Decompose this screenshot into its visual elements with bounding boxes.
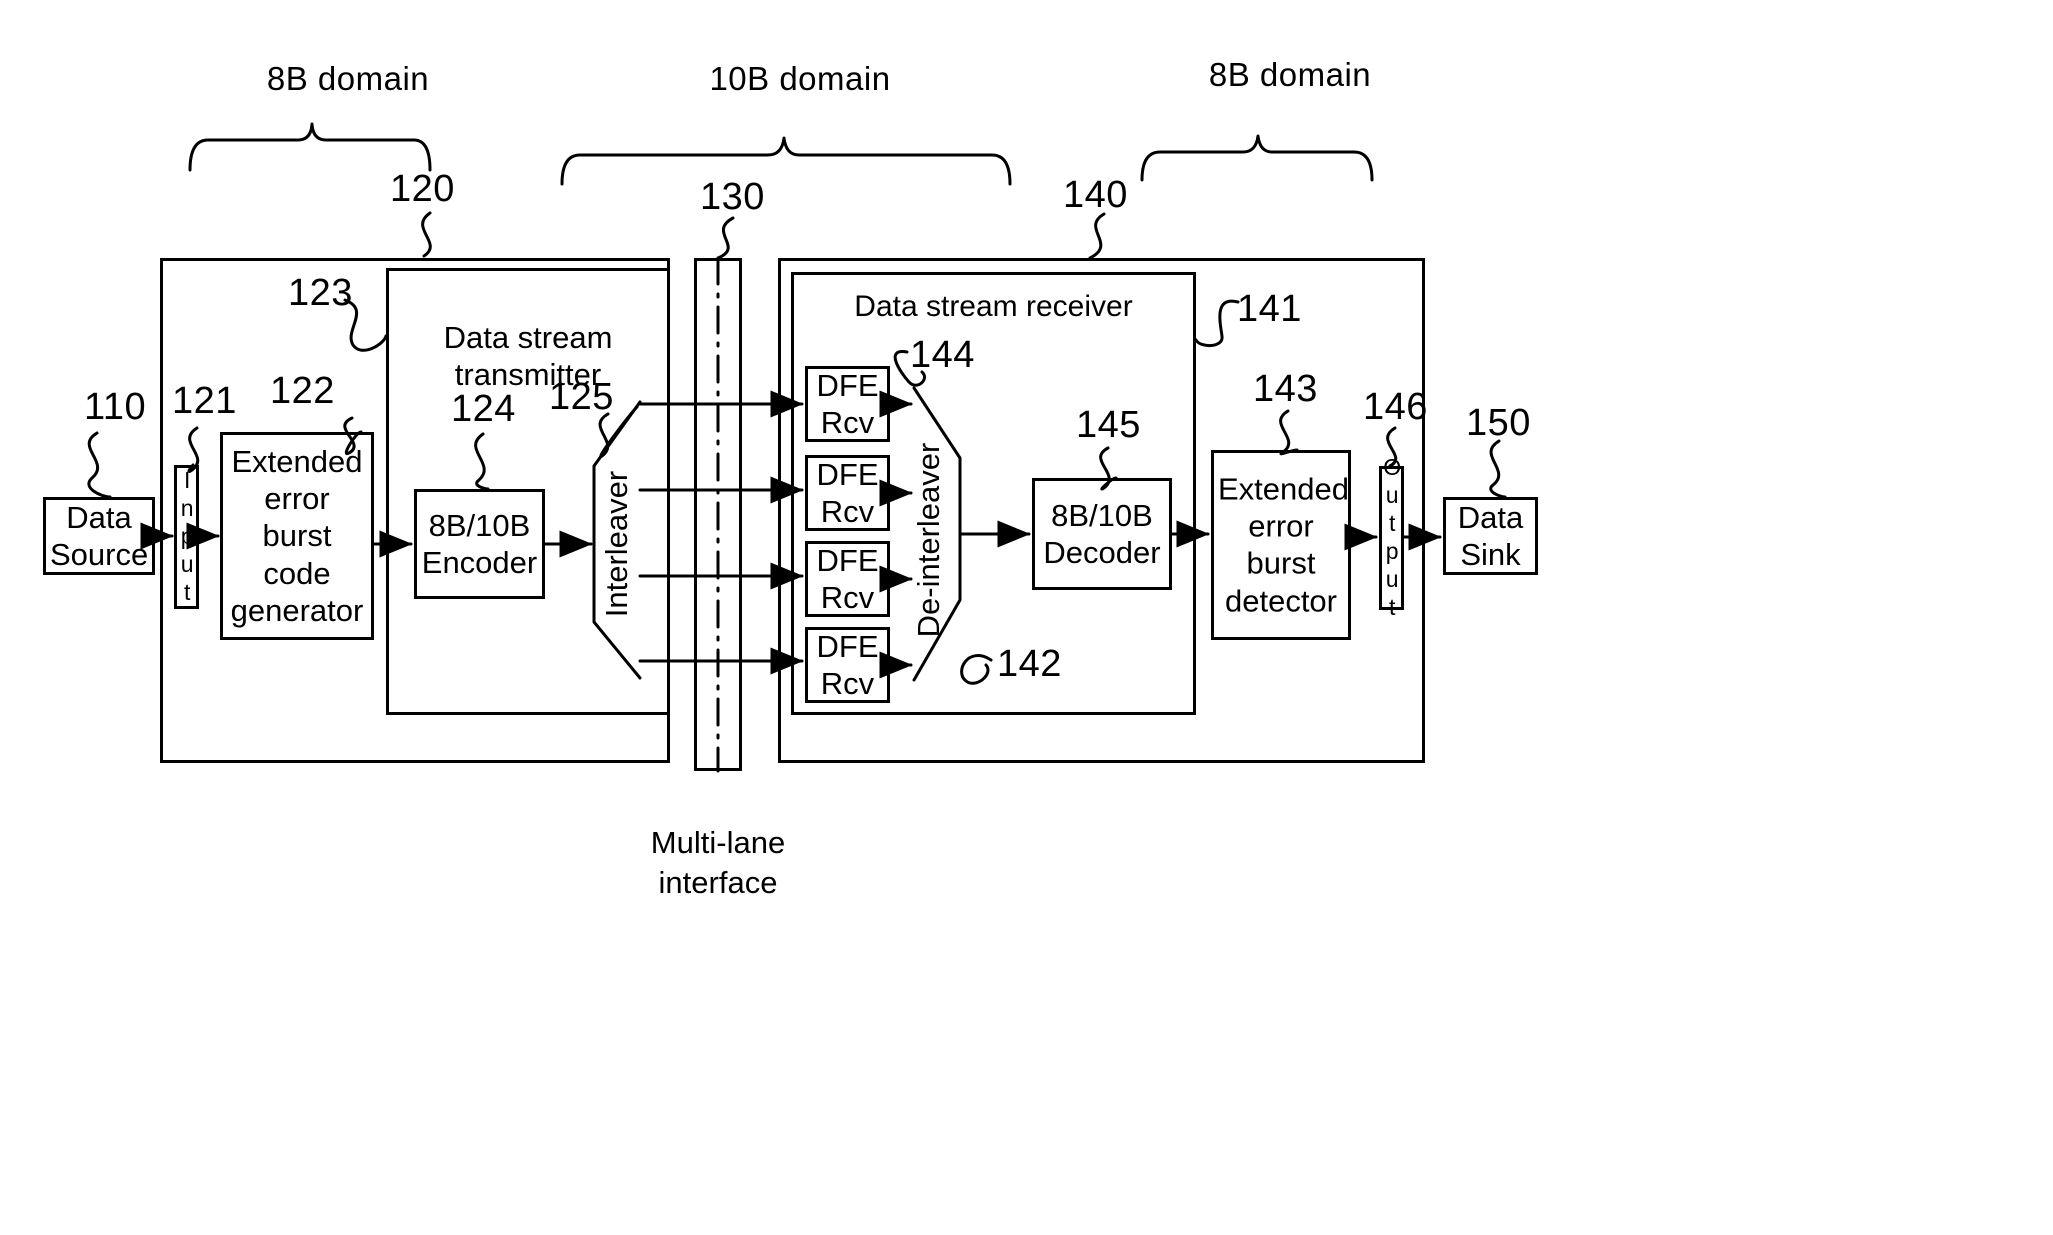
dfe-rcv-label-1: DFE Rcv: [816, 367, 879, 440]
ref-130: 130: [700, 176, 765, 218]
brace-8b-right: [1140, 134, 1374, 182]
data-sink-label: Data Sink: [1457, 499, 1524, 572]
data-stream-transmitter-label: Data stream transmitter: [443, 320, 613, 393]
dfe-rcv-label-4: DFE Rcv: [816, 628, 879, 701]
interleaver-label: Interleaver: [599, 470, 634, 618]
multi-lane-interface-caption: Multi-lane interface: [650, 825, 786, 901]
dfe-rcv-box-4: DFE Rcv: [805, 627, 890, 703]
ref-110: 110: [84, 386, 147, 428]
output-port-label: Output: [1379, 454, 1406, 622]
dfe-rcv-box-1: DFE Rcv: [805, 366, 890, 442]
data-sink-box: Data Sink: [1443, 497, 1538, 575]
ref-120: 120: [390, 168, 455, 210]
domain-label-8b-right: 8B domain: [1208, 56, 1372, 93]
encoder-label: 8B/10B Encoder: [421, 507, 538, 580]
deinterleaver-label: De-interleaver: [911, 442, 946, 638]
dfe-rcv-box-3: DFE Rcv: [805, 541, 890, 617]
leader-130: [716, 216, 735, 260]
error-burst-code-generator-label: Extended error burst code generator: [230, 444, 364, 628]
interleaver-shape: Interleaver: [594, 410, 640, 678]
multi-lane-interface-strip: [694, 258, 742, 771]
brace-8b-left: [188, 122, 432, 172]
brace-10b: [560, 136, 1012, 186]
output-port-label-wrap: Output: [1379, 454, 1405, 622]
dfe-rcv-label-3: DFE Rcv: [816, 542, 879, 615]
figure-canvas: 8B domain 10B domain 8B domain 120 130 1…: [0, 0, 2053, 1235]
input-port-box: Input: [174, 465, 200, 609]
leader-110: [87, 431, 112, 499]
output-port-box: Output: [1379, 454, 1405, 622]
input-port-label-wrap: Input: [174, 467, 200, 607]
leader-150: [1489, 439, 1507, 499]
ref-150: 150: [1466, 402, 1531, 444]
input-port-label: Input: [174, 467, 201, 607]
data-source-label: Data Source: [50, 499, 149, 572]
error-burst-detector-box: Extended error burst detector: [1211, 450, 1351, 640]
decoder-label: 8B/10B Decoder: [1043, 497, 1161, 570]
encoder-box: 8B/10B Encoder: [414, 489, 545, 599]
dfe-rcv-box-2: DFE Rcv: [805, 455, 890, 531]
error-burst-detector-label: Extended error burst detector: [1218, 471, 1349, 619]
domain-label-8b-left: 8B domain: [266, 60, 430, 97]
leader-120: [421, 211, 432, 258]
data-stream-receiver-label: Data stream receiver: [854, 290, 1133, 323]
error-burst-code-generator-box: Extended error burst code generator: [220, 432, 374, 640]
domain-label-10b: 10B domain: [709, 60, 891, 97]
decoder-box: 8B/10B Decoder: [1032, 478, 1172, 590]
leader-140: [1088, 212, 1106, 260]
data-source-box: Data Source: [43, 497, 155, 575]
dfe-rcv-label-2: DFE Rcv: [816, 456, 879, 529]
deinterleaver-shape: De-interleaver: [906, 400, 952, 680]
ref-140: 140: [1063, 174, 1128, 216]
